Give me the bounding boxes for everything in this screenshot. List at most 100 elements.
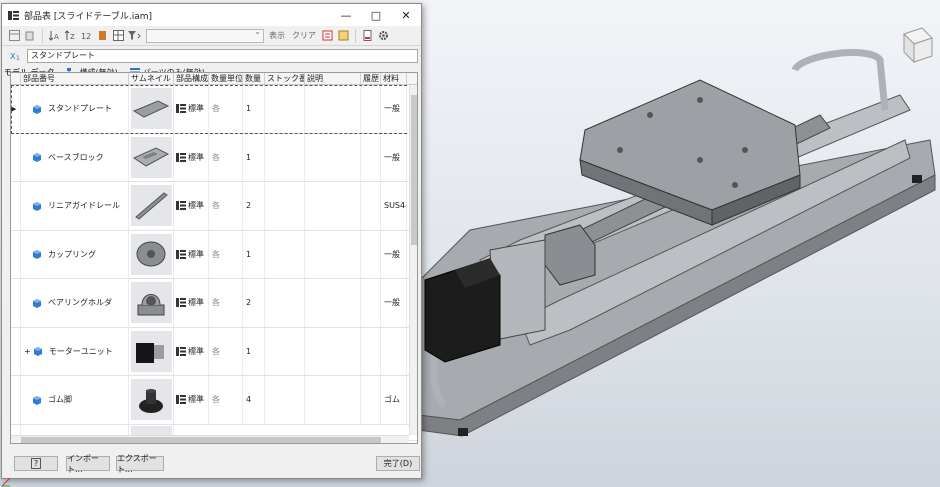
stock-number-cell[interactable]	[265, 376, 305, 424]
copy-icon[interactable]	[24, 29, 37, 42]
grid-icon[interactable]	[8, 29, 21, 42]
help-button[interactable]: ?	[14, 456, 58, 471]
column-header[interactable]: 材料	[381, 73, 407, 84]
row-indicator[interactable]	[11, 182, 21, 230]
export-button[interactable]: エクスポート...	[116, 454, 164, 474]
stock-number-cell[interactable]	[265, 279, 305, 327]
scroll-thumb[interactable]	[21, 437, 381, 443]
material-cell[interactable]	[381, 327, 407, 375]
table-row[interactable]: カップリング 標準各 1 一般	[11, 230, 417, 279]
quantity-cell[interactable]: 4	[243, 376, 265, 424]
row-indicator[interactable]	[11, 230, 21, 278]
revision-cell[interactable]	[361, 327, 381, 375]
description-cell[interactable]	[305, 230, 361, 278]
done-button[interactable]: 完了(D)	[376, 456, 420, 471]
bom-structure-cell[interactable]: 標準	[174, 182, 209, 230]
bom-structure-cell[interactable]: 標準	[174, 327, 209, 375]
stock-number-cell[interactable]	[265, 85, 305, 133]
revision-cell[interactable]	[361, 133, 381, 181]
stock-number-cell[interactable]	[265, 230, 305, 278]
part-number-cell[interactable]: + モーターユニット	[21, 327, 129, 375]
material-cell[interactable]: 一般	[381, 279, 407, 327]
bom-structure-cell[interactable]: 標準	[174, 376, 209, 424]
unit-cell[interactable]: 各	[209, 376, 243, 424]
table-row[interactable]: ▶ スタンドプレート 標準各 1 一般	[11, 85, 417, 134]
gear-icon[interactable]	[377, 29, 390, 42]
expand-icon[interactable]: +	[24, 347, 31, 356]
description-cell[interactable]	[305, 327, 361, 375]
table-row[interactable]: + モーターユニット 標準各 1	[11, 327, 417, 376]
material-cell[interactable]: 一般	[381, 230, 407, 278]
bom-structure-cell[interactable]: 標準	[174, 230, 209, 278]
material-cell[interactable]: 一般	[381, 85, 407, 133]
part-number-cell[interactable]: カップリング	[21, 230, 129, 278]
close-icon[interactable]: ✕	[391, 4, 421, 26]
revision-cell[interactable]	[361, 230, 381, 278]
clear-button[interactable]: クリア	[290, 30, 318, 41]
description-cell[interactable]	[305, 376, 361, 424]
minimize-icon[interactable]: —	[331, 4, 361, 26]
material-cell[interactable]: SUS440C	[381, 182, 407, 230]
description-cell[interactable]	[305, 133, 361, 181]
table-icon[interactable]	[112, 29, 125, 42]
column-header[interactable]: 数量単位	[209, 73, 243, 84]
row-indicator[interactable]	[11, 279, 21, 327]
export-bom-icon[interactable]	[321, 29, 334, 42]
table-row[interactable]: ゴム脚 標準各 4 ゴム	[11, 376, 417, 425]
import-button[interactable]: インポート...	[66, 454, 110, 474]
scroll-thumb[interactable]	[411, 95, 417, 245]
update-icon[interactable]	[337, 29, 350, 42]
viewcube-icon[interactable]	[900, 24, 934, 64]
revision-cell[interactable]	[361, 376, 381, 424]
rename-icon[interactable]: X1	[10, 51, 22, 61]
part-number-cell[interactable]: ベアリングホルダ	[21, 279, 129, 327]
part-number-cell[interactable]: リニアガイドレール	[21, 182, 129, 230]
part-number-cell[interactable]: スタンドプレート	[21, 85, 129, 133]
part-number-cell[interactable]: ゴム脚	[21, 376, 129, 424]
maximize-icon[interactable]: □	[361, 4, 391, 26]
print-icon[interactable]	[361, 29, 374, 42]
description-cell[interactable]	[305, 85, 361, 133]
table-row[interactable]: ベースブロック 標準各 1 一般	[11, 133, 417, 182]
material-cell[interactable]: ゴム	[381, 376, 407, 424]
bookmark-icon[interactable]	[96, 29, 109, 42]
row-indicator[interactable]: ▶	[11, 85, 21, 133]
revision-cell[interactable]	[361, 279, 381, 327]
column-header[interactable]: 数量	[243, 73, 265, 84]
quantity-cell[interactable]: 1	[243, 327, 265, 375]
column-header[interactable]: 部品構成	[174, 73, 209, 84]
table-row[interactable]: ベアリングホルダ 標準各 2 一般	[11, 279, 417, 328]
horizontal-scrollbar[interactable]	[11, 435, 409, 443]
quantity-cell[interactable]: 1	[243, 133, 265, 181]
stock-number-cell[interactable]	[265, 327, 305, 375]
filter-combo[interactable]	[146, 27, 264, 43]
renumber-icon[interactable]: 12	[80, 29, 93, 42]
column-header[interactable]: サムネイル	[129, 73, 174, 84]
quantity-cell[interactable]: 1	[243, 85, 265, 133]
sort-descending-icon[interactable]: Z	[64, 29, 77, 42]
stock-number-cell[interactable]	[265, 182, 305, 230]
material-cell[interactable]: 一般	[381, 133, 407, 181]
revision-cell[interactable]	[361, 182, 381, 230]
quantity-cell[interactable]: 2	[243, 182, 265, 230]
unit-cell[interactable]: 各	[209, 327, 243, 375]
unit-cell[interactable]: 各	[209, 230, 243, 278]
row-indicator[interactable]	[11, 376, 21, 424]
column-header[interactable]: 説明	[305, 73, 361, 84]
row-indicator[interactable]	[11, 327, 21, 375]
row-indicator[interactable]	[11, 133, 21, 181]
column-header[interactable]: 履歴	[361, 73, 381, 84]
part-name-field[interactable]: スタンドプレート	[27, 49, 418, 63]
revision-cell[interactable]	[361, 85, 381, 133]
stock-number-cell[interactable]	[265, 133, 305, 181]
vertical-scrollbar[interactable]	[409, 85, 417, 435]
description-cell[interactable]	[305, 182, 361, 230]
part-number-cell[interactable]: ベースブロック	[21, 133, 129, 181]
quantity-cell[interactable]: 2	[243, 279, 265, 327]
unit-cell[interactable]: 各	[209, 85, 243, 133]
column-header[interactable]: 部品番号	[21, 73, 129, 84]
unit-cell[interactable]: 各	[209, 182, 243, 230]
bom-structure-cell[interactable]: 標準	[174, 279, 209, 327]
quantity-cell[interactable]: 1	[243, 230, 265, 278]
unit-cell[interactable]: 各	[209, 279, 243, 327]
